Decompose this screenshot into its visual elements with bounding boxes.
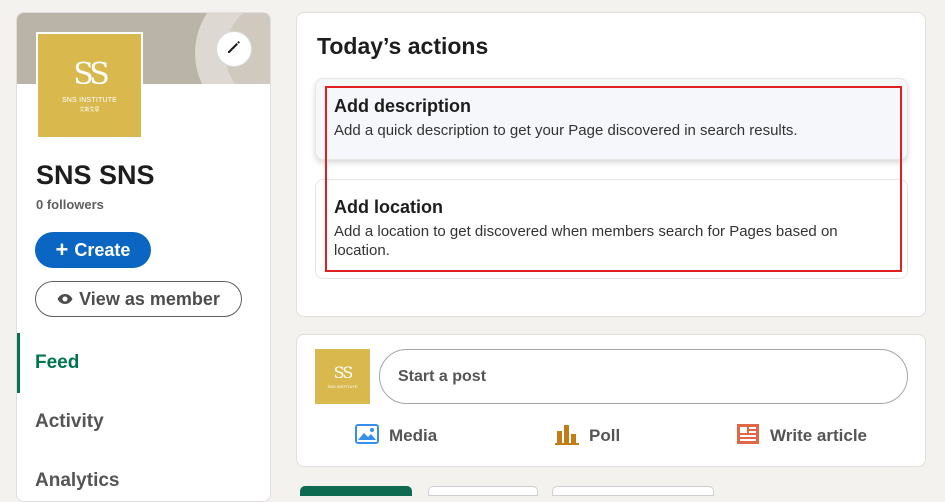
media-label: Media bbox=[389, 426, 438, 445]
logo-subtext: 艾斯艾思 bbox=[79, 106, 100, 113]
article-icon bbox=[736, 423, 760, 450]
poll-button[interactable]: Poll bbox=[555, 423, 620, 449]
filter-tab[interactable] bbox=[300, 486, 412, 496]
nav-item-label: Feed bbox=[35, 352, 80, 373]
todays-actions-card: Today’s actions Add description Add a qu… bbox=[296, 12, 926, 317]
image-icon bbox=[355, 423, 379, 449]
nav-item-feed[interactable]: Feed bbox=[17, 333, 270, 393]
poll-icon bbox=[555, 423, 579, 450]
action-title: Add location bbox=[334, 197, 443, 217]
create-button[interactable]: + Create bbox=[35, 232, 151, 268]
action-description: Add a quick description to get your Page… bbox=[334, 122, 798, 139]
logo-text: SNS INSTITUTE bbox=[61, 96, 118, 104]
nav-item-activity[interactable]: Activity bbox=[17, 392, 270, 452]
logo-text: SNS INSTITUTE bbox=[327, 384, 358, 389]
write-article-label: Write article bbox=[770, 426, 868, 445]
nav-item-label: Analytics bbox=[35, 470, 120, 491]
nav-item-analytics[interactable]: Analytics bbox=[17, 451, 270, 501]
plus-icon: + bbox=[55, 237, 69, 262]
page-name: SNS SNS bbox=[36, 160, 155, 190]
action-description: Add a location to get discovered when me… bbox=[334, 223, 838, 259]
page-avatar: SS SNS INSTITUTE bbox=[315, 349, 370, 404]
write-article-button[interactable]: Write article bbox=[736, 423, 867, 449]
action-title: Add description bbox=[334, 96, 472, 116]
pencil-icon bbox=[225, 38, 243, 61]
view-as-member-button[interactable]: View as member bbox=[35, 281, 242, 317]
action-add-description[interactable]: Add description Add a quick description … bbox=[315, 78, 908, 160]
view-as-member-label: View as member bbox=[79, 288, 220, 309]
page-profile-card: SS SNS INSTITUTE 艾斯艾思 SNS SNS 0 follower… bbox=[16, 12, 271, 502]
logo-mark: SS bbox=[73, 56, 110, 92]
media-button[interactable]: Media bbox=[355, 423, 437, 449]
follower-count: 0 followers bbox=[36, 197, 104, 212]
create-button-label: Create bbox=[74, 239, 131, 260]
filter-tab[interactable] bbox=[428, 486, 538, 496]
start-post-button[interactable]: Start a post bbox=[379, 349, 908, 404]
eye-icon bbox=[57, 289, 73, 310]
nav-item-label: Activity bbox=[35, 411, 104, 432]
logo-mark: SS bbox=[333, 363, 354, 382]
start-post-label: Start a post bbox=[398, 367, 487, 385]
poll-label: Poll bbox=[589, 426, 621, 445]
action-add-location[interactable]: Add location Add a location to get disco… bbox=[315, 179, 908, 279]
filter-tab[interactable] bbox=[552, 486, 714, 496]
share-box: SS SNS INSTITUTE Start a post Media Poll bbox=[296, 334, 926, 467]
edit-cover-button[interactable] bbox=[216, 31, 252, 67]
page-logo[interactable]: SS SNS INSTITUTE 艾斯艾思 bbox=[36, 32, 143, 139]
actions-title: Today’s actions bbox=[317, 33, 489, 59]
